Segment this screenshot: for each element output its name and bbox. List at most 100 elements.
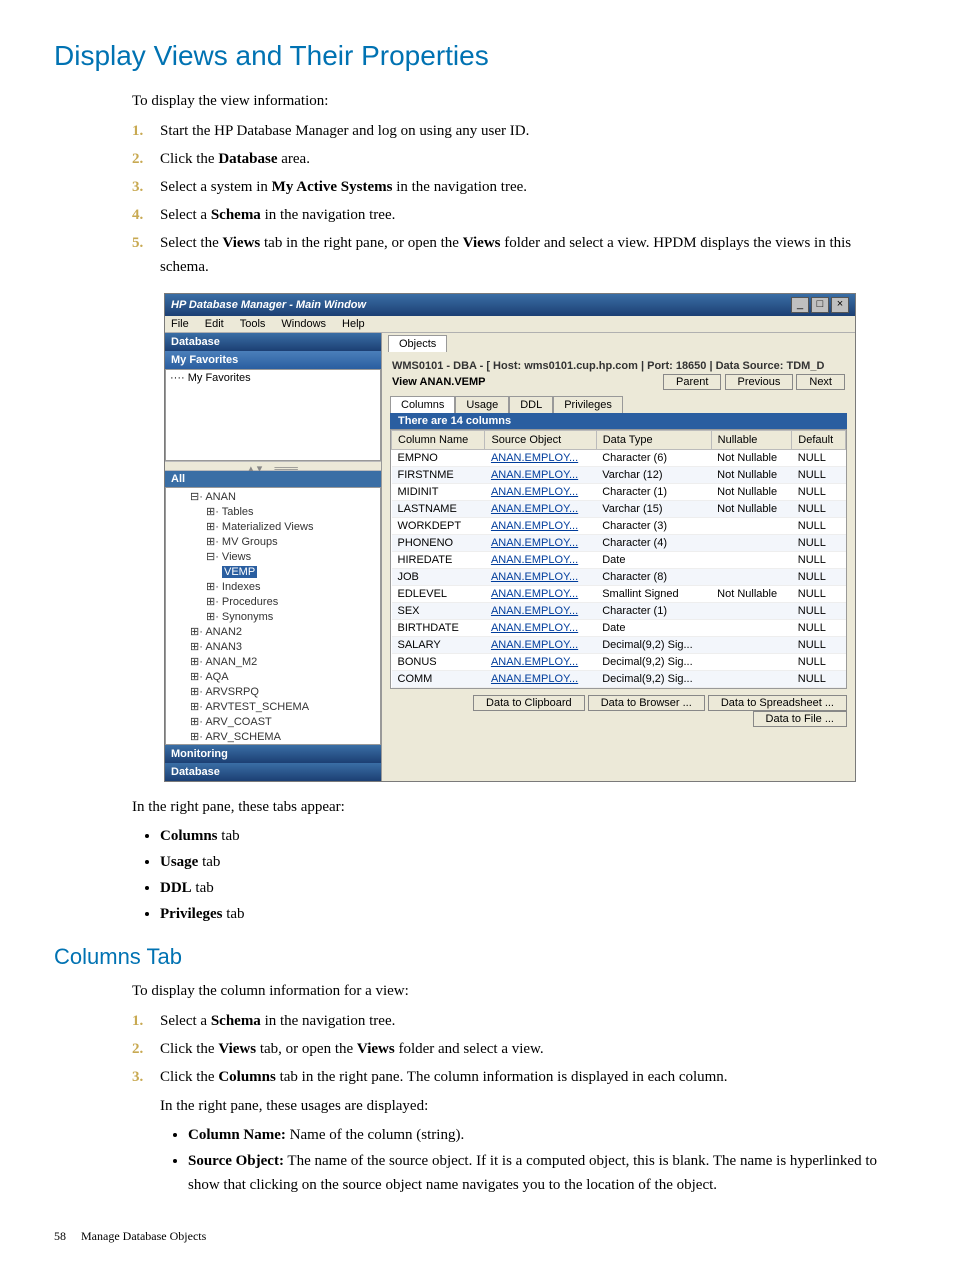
nav-button[interactable]: Next [796,374,845,390]
table-row[interactable]: COMMANAN.EMPLOY...Decimal(9,2) Sig...NUL… [392,670,846,687]
table-row[interactable]: WORKDEPTANAN.EMPLOY...Character (3)NULL [392,517,846,534]
table-row[interactable]: BIRTHDATEANAN.EMPLOY...DateNULL [392,619,846,636]
step-item: 3.Click the Columns tab in the right pan… [132,1065,900,1089]
table-row[interactable]: LASTNAMEANAN.EMPLOY...Varchar (15)Not Nu… [392,500,846,517]
table-cell: ANAN.EMPLOY... [485,585,596,602]
table-row[interactable]: EMPNOANAN.EMPLOY...Character (6)Not Null… [392,449,846,466]
step-item: 2.Click the Database area. [132,147,900,171]
database2-header[interactable]: Database [165,763,381,781]
table-row[interactable]: JOBANAN.EMPLOY...Character (8) NULL [392,568,846,585]
table-row[interactable]: HIREDATEANAN.EMPLOY...DateNULL [392,551,846,568]
split-handle[interactable]: ▴ ▾ ═══ [165,461,381,471]
tree-node[interactable]: ⊞· AQA [170,670,380,685]
window-titlebar[interactable]: HP Database Manager - Main Window _ □ × [165,294,855,316]
column-header[interactable]: Column Name [392,430,485,449]
tree-node[interactable]: ⊟· Views [170,550,380,565]
menu-item[interactable]: Windows [281,318,326,330]
table-cell: WORKDEPT [392,517,485,534]
page-number: 58 [54,1229,66,1243]
tab-list-item: Privileges tab [160,902,900,926]
nav-button[interactable]: Previous [725,374,794,390]
tree-node[interactable]: ⊞· Synonyms [170,610,380,625]
table-cell: Decimal(9,2) Sig... [596,636,711,653]
tree-node[interactable]: ⊟· ANAN [170,490,380,505]
step-item: 5.Select the Views tab in the right pane… [132,231,900,279]
table-row[interactable]: EDLEVELANAN.EMPLOY...Smallint SignedNot … [392,585,846,602]
column-header[interactable]: Nullable [711,430,792,449]
table-cell: NULL [792,585,846,602]
table-cell: EMPNO [392,449,485,466]
export-button[interactable]: Data to File ... [753,711,847,727]
table-row[interactable]: SEXANAN.EMPLOY...Character (1)NULL [392,602,846,619]
table-row[interactable]: MIDINITANAN.EMPLOY...Character (1)Not Nu… [392,483,846,500]
export-button[interactable]: Data to Browser ... [588,695,705,711]
table-cell [711,619,792,636]
minimize-icon[interactable]: _ [791,297,809,313]
view-tab[interactable]: Columns [390,396,455,413]
table-cell: Not Nullable [711,500,792,517]
table-row[interactable]: PHONENOANAN.EMPLOY...Character (4)NULL [392,534,846,551]
column-header[interactable]: Source Object [485,430,596,449]
table-cell: NULL [792,619,846,636]
export-button[interactable]: Data to Spreadsheet ... [708,695,847,711]
tree-node[interactable]: ⊞· ARVTEST_SCHEMA [170,700,380,715]
tree-node[interactable]: ⊞· ANAN3 [170,640,380,655]
close-icon[interactable]: × [831,297,849,313]
table-cell: ANAN.EMPLOY... [485,534,596,551]
export-button[interactable]: Data to Clipboard [473,695,585,711]
column-header[interactable]: Default [792,430,846,449]
menu-item[interactable]: Help [342,318,365,330]
nav-button[interactable]: Parent [663,374,721,390]
tree-node[interactable]: ⊞· ANAN_M2 [170,655,380,670]
my-favorites-header[interactable]: My Favorites [165,351,381,369]
table-cell: LASTNAME [392,500,485,517]
nav-tree[interactable]: ⊟· ANAN⊞· Tables⊞· Materialized Views⊞· … [165,487,381,745]
page-title: Display Views and Their Properties [54,40,900,72]
tree-node[interactable]: ⊞· ARV_SCHEMA [170,730,380,745]
section-columns-tab: Columns Tab [54,944,900,970]
tree-node[interactable]: ⊞· ANAN2 [170,625,380,640]
table-row[interactable]: SALARYANAN.EMPLOY...Decimal(9,2) Sig...N… [392,636,846,653]
table-cell [711,517,792,534]
tab-objects[interactable]: Objects [388,335,447,352]
all-header[interactable]: All [171,473,185,485]
tree-node[interactable]: ⊞· MV Groups [170,535,380,550]
favorites-item[interactable]: ···· My Favorites [170,372,376,384]
menu-item[interactable]: Tools [240,318,266,330]
table-row[interactable]: BONUSANAN.EMPLOY...Decimal(9,2) Sig...NU… [392,653,846,670]
view-tab[interactable]: Usage [455,396,509,413]
table-row[interactable]: FIRSTNMEANAN.EMPLOY...Varchar (12)Not Nu… [392,466,846,483]
column-header[interactable]: Data Type [596,430,711,449]
monitoring-header[interactable]: Monitoring [165,745,381,763]
table-cell: ANAN.EMPLOY... [485,602,596,619]
table-cell: Decimal(9,2) Sig... [596,670,711,687]
tree-node[interactable]: ⊞· ARVSRPQ [170,685,380,700]
tree-node[interactable]: ⊞· Materialized Views [170,520,380,535]
view-tab[interactable]: DDL [509,396,553,413]
table-cell: Varchar (15) [596,500,711,517]
view-tab[interactable]: Privileges [553,396,623,413]
table-cell: ANAN.EMPLOY... [485,517,596,534]
menu-item[interactable]: File [171,318,189,330]
tree-node[interactable]: ⊞· Indexes [170,580,380,595]
table-cell: JOB [392,568,485,585]
table-cell: Character (1) [596,483,711,500]
tab-list-item: DDL tab [160,876,900,900]
tree-node[interactable]: VEMP [170,565,380,580]
step-item: 1.Start the HP Database Manager and log … [132,119,900,143]
maximize-icon[interactable]: □ [811,297,829,313]
table-cell: ANAN.EMPLOY... [485,568,596,585]
usage-item: Source Object: The name of the source ob… [188,1149,900,1197]
table-cell: NULL [792,568,846,585]
table-cell: NULL [792,534,846,551]
table-cell: Character (8) [596,568,711,585]
table-cell [711,534,792,551]
tree-node[interactable]: ⊞· Tables [170,505,380,520]
table-cell: ANAN.EMPLOY... [485,551,596,568]
step-item: 1.Select a Schema in the navigation tree… [132,1009,900,1033]
menu-item[interactable]: Edit [205,318,224,330]
intro-text: To display the view information: [132,90,900,113]
tree-node[interactable]: ⊞· Procedures [170,595,380,610]
database-header[interactable]: Database [165,333,381,351]
tree-node[interactable]: ⊞· ARV_COAST [170,715,380,730]
